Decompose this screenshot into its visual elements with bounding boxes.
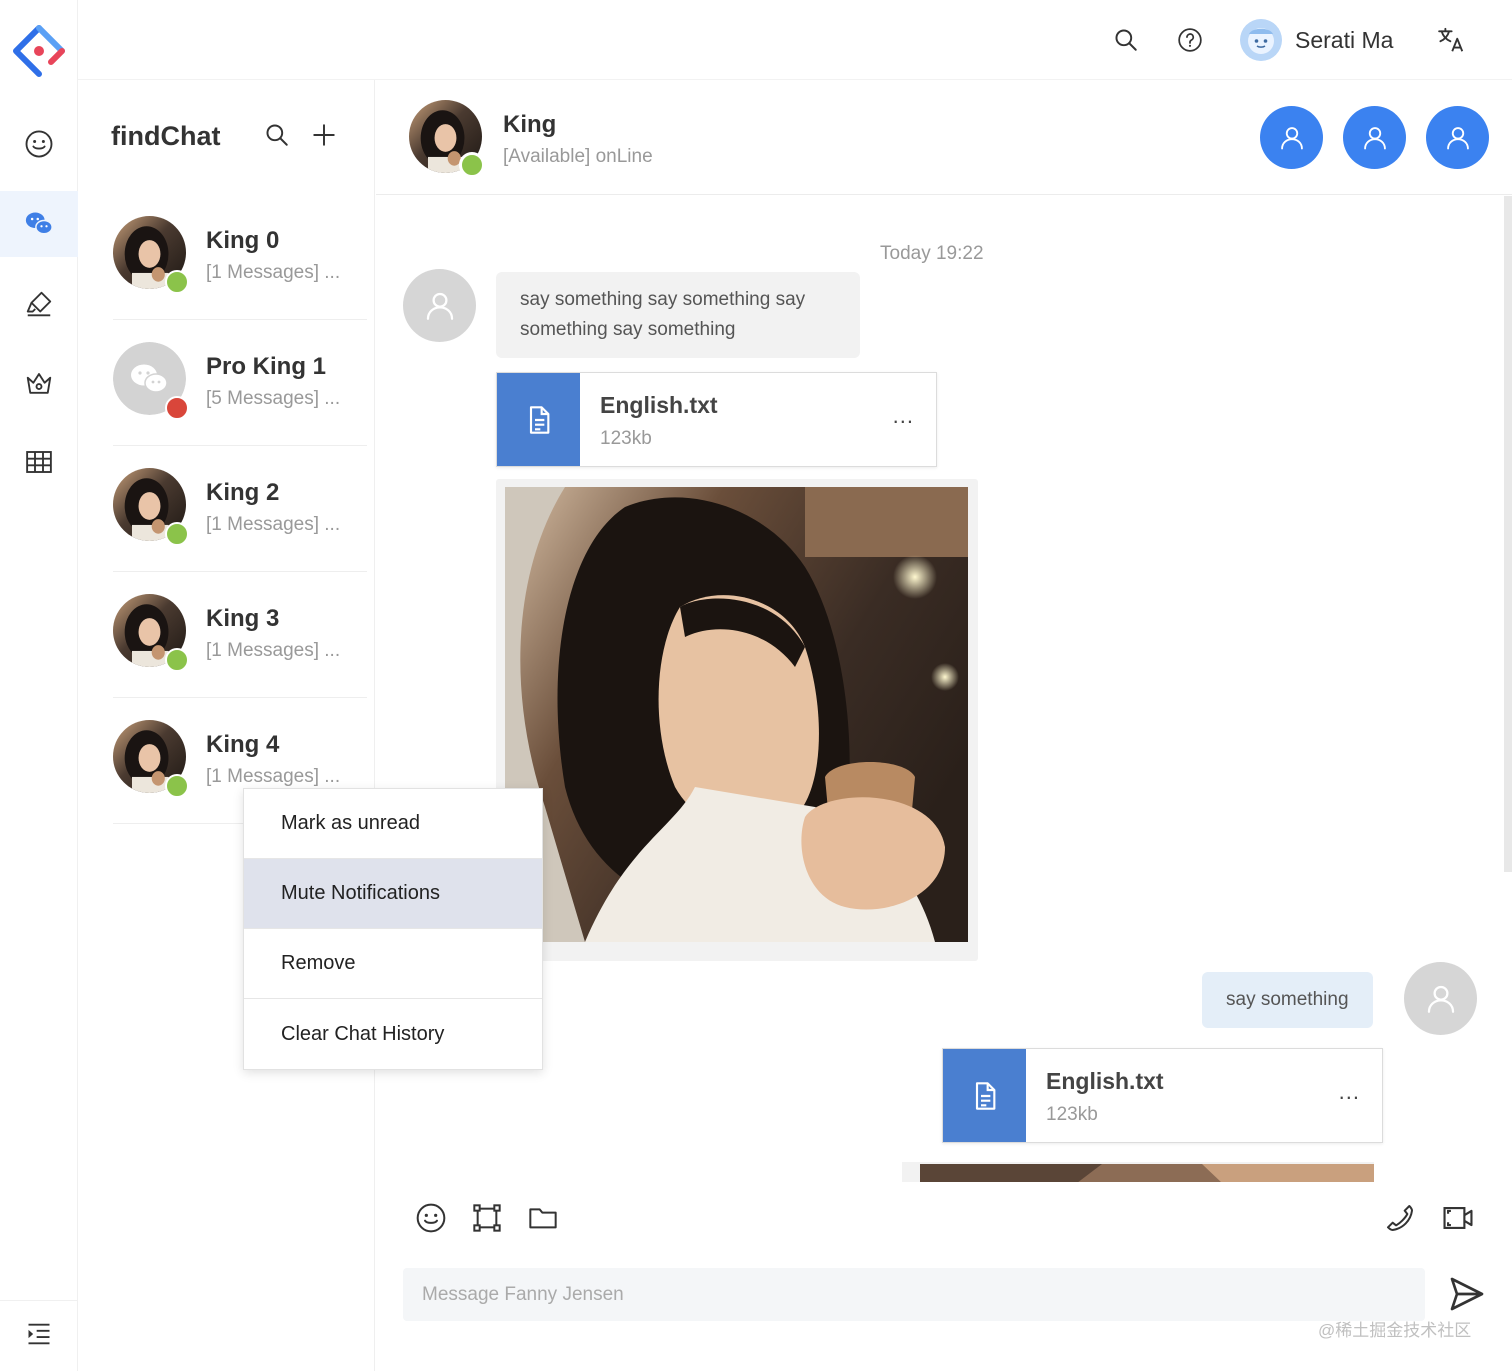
user-name: Serati Ma bbox=[1295, 26, 1394, 53]
file-icon bbox=[943, 1049, 1026, 1142]
status-dot bbox=[165, 648, 189, 672]
user-menu[interactable]: Serati Ma bbox=[1240, 18, 1393, 62]
user-icon bbox=[423, 289, 457, 323]
chat-list-panel: findChat King 0 [1 Messages] ... Pro Kin… bbox=[79, 80, 375, 1371]
more-icon[interactable]: ... bbox=[1339, 1079, 1360, 1105]
crown-icon[interactable] bbox=[0, 351, 78, 417]
menu-item-mute-notifications[interactable]: Mute Notifications bbox=[244, 859, 542, 929]
smile-icon[interactable] bbox=[0, 111, 78, 177]
status-dot bbox=[165, 774, 189, 798]
search-icon[interactable] bbox=[1108, 22, 1144, 58]
menu-item-clear-history[interactable]: Clear Chat History bbox=[244, 999, 542, 1069]
screenshot-icon[interactable] bbox=[467, 1198, 507, 1238]
chat-name: King 2 bbox=[206, 479, 280, 506]
search-icon[interactable] bbox=[264, 122, 290, 148]
avatar bbox=[1240, 19, 1282, 61]
wechat-icon[interactable] bbox=[0, 191, 78, 257]
composer-toolbar bbox=[411, 1198, 579, 1238]
outgoing-message[interactable]: say something bbox=[1202, 972, 1373, 1028]
nav-rail bbox=[0, 0, 78, 1371]
chat-header: King [Available] onLine bbox=[376, 80, 1512, 195]
chat-name: King 0 bbox=[206, 227, 280, 254]
status-dot bbox=[165, 270, 189, 294]
status-dot bbox=[165, 396, 189, 420]
chat-preview: [1 Messages] ... bbox=[206, 640, 341, 661]
message-timestamp: Today 19:22 bbox=[880, 243, 984, 264]
outgoing-file[interactable]: English.txt 123kb ... bbox=[942, 1048, 1383, 1143]
file-icon bbox=[497, 373, 580, 466]
chat-name: King 3 bbox=[206, 605, 280, 632]
user-icon bbox=[1424, 982, 1458, 1016]
more-icon[interactable]: ... bbox=[893, 403, 914, 429]
file-name: English.txt bbox=[1046, 1068, 1164, 1094]
member-button[interactable] bbox=[1260, 106, 1323, 169]
list-item[interactable]: King 2 [1 Messages] ... bbox=[113, 446, 367, 572]
file-size: 123kb bbox=[600, 428, 652, 449]
contact-name: King bbox=[503, 111, 557, 138]
avatar bbox=[403, 269, 476, 342]
chat-name: Pro King 1 bbox=[206, 353, 327, 380]
chat-list-title: findChat bbox=[111, 121, 221, 151]
top-header: Serati Ma bbox=[78, 0, 1512, 80]
file-name: English.txt bbox=[600, 392, 718, 418]
avatar bbox=[1404, 962, 1477, 1035]
menu-item-remove[interactable]: Remove bbox=[244, 929, 542, 999]
member-button[interactable] bbox=[1343, 106, 1406, 169]
user-icon bbox=[1278, 124, 1306, 152]
translate-icon[interactable] bbox=[1433, 22, 1469, 58]
status-dot bbox=[165, 522, 189, 546]
emoji-icon[interactable] bbox=[411, 1198, 451, 1238]
send-icon[interactable] bbox=[1447, 1274, 1487, 1314]
watermark: @稀土掘金技术社区 bbox=[1318, 1321, 1472, 1340]
app-logo[interactable] bbox=[10, 24, 68, 82]
member-button[interactable] bbox=[1426, 106, 1489, 169]
contact-status: [Available] onLine bbox=[503, 146, 653, 167]
user-icon bbox=[1361, 124, 1389, 152]
incoming-file[interactable]: English.txt 123kb ... bbox=[496, 372, 937, 467]
chat-preview: [5 Messages] ... bbox=[206, 388, 341, 409]
chat-name: King 4 bbox=[206, 731, 280, 758]
context-menu: Mark as unread Mute Notifications Remove… bbox=[243, 788, 543, 1070]
chat-preview: [1 Messages] ... bbox=[206, 766, 341, 787]
incoming-image[interactable] bbox=[496, 479, 978, 961]
menu-item-mark-unread[interactable]: Mark as unread bbox=[244, 789, 542, 859]
message-input[interactable] bbox=[403, 1268, 1425, 1321]
incoming-message[interactable]: say something say something say somethin… bbox=[496, 272, 860, 358]
menu-indent-icon[interactable] bbox=[0, 1300, 78, 1366]
message-area[interactable]: Today 19:22 say something say something … bbox=[376, 196, 1512, 1182]
highlight-icon[interactable] bbox=[0, 271, 78, 337]
video-icon[interactable] bbox=[1438, 1198, 1478, 1238]
list-item[interactable]: Pro King 1 [5 Messages] ... bbox=[113, 320, 367, 446]
chat-preview: [1 Messages] ... bbox=[206, 514, 341, 535]
outgoing-image[interactable] bbox=[902, 1162, 1374, 1182]
table-icon[interactable] bbox=[0, 429, 78, 495]
status-dot bbox=[459, 152, 485, 178]
help-icon[interactable] bbox=[1172, 22, 1208, 58]
folder-icon[interactable] bbox=[523, 1198, 563, 1238]
user-icon bbox=[1444, 124, 1472, 152]
photo bbox=[505, 487, 968, 942]
scrollbar[interactable] bbox=[1504, 196, 1512, 872]
phone-icon[interactable] bbox=[1380, 1198, 1420, 1238]
file-size: 123kb bbox=[1046, 1104, 1098, 1125]
list-item[interactable]: King 3 [1 Messages] ... bbox=[113, 572, 367, 698]
call-toolbar bbox=[1380, 1198, 1494, 1238]
list-item[interactable]: King 0 [1 Messages] ... bbox=[113, 194, 367, 320]
plus-icon[interactable] bbox=[311, 122, 337, 148]
chat-preview: [1 Messages] ... bbox=[206, 262, 341, 283]
